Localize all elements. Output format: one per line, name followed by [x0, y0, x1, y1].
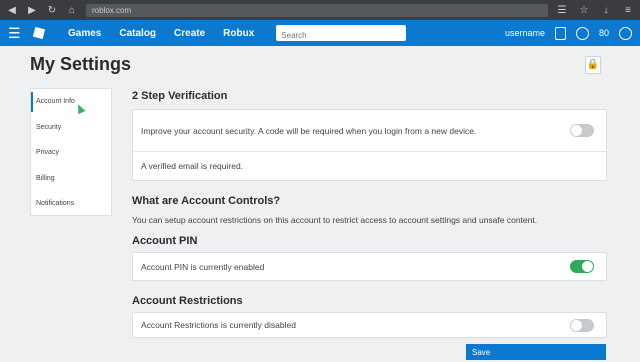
two-step-card: Improve your account security. A code wi… — [132, 109, 607, 181]
two-step-note-row: A verified email is required. — [133, 152, 606, 180]
sidebar-item-billing[interactable]: Billing — [31, 166, 111, 192]
toggle-knob — [582, 261, 593, 272]
two-step-description: Improve your account security. A code wi… — [141, 125, 477, 136]
address-text: roblox.com — [92, 5, 132, 15]
back-icon[interactable]: ◀ — [6, 5, 18, 16]
sidebar-item-notifications[interactable]: Notifications — [31, 191, 111, 217]
two-step-toggle[interactable] — [570, 124, 594, 137]
settings-main: 2 Step Verification Improve your account… — [132, 88, 607, 338]
logo[interactable] — [32, 26, 46, 40]
toggle-knob — [571, 125, 582, 136]
two-step-title: 2 Step Verification — [132, 90, 228, 102]
restrictions-status: Account Restrictions is currently disabl… — [141, 320, 296, 330]
page-title: My Settings — [30, 54, 132, 74]
sidebar-item-privacy[interactable]: Privacy — [31, 140, 111, 166]
restrictions-title: Account Restrictions — [132, 295, 243, 307]
pin-title: Account PIN — [132, 235, 198, 247]
star-icon[interactable]: ☆ — [578, 5, 590, 16]
browser-toolbar: ◀ ▶ ↻ ⌂ roblox.com ☰ ☆ ↓ ≡ — [0, 0, 640, 20]
pin-card: Account PIN is currently enabled — [132, 252, 607, 281]
save-button[interactable]: Save — [466, 344, 606, 360]
top-navbar: ☰ Games Catalog Create Robux username 80 — [0, 20, 640, 46]
two-step-note: A verified email is required. — [141, 161, 244, 171]
home-icon[interactable]: ⌂ — [66, 5, 78, 16]
nav-games[interactable]: Games — [68, 28, 101, 39]
username[interactable]: username — [505, 28, 545, 38]
controls-title: What are Account Controls? — [132, 195, 281, 207]
robux-count[interactable]: 80 — [599, 28, 609, 38]
friends-icon[interactable] — [575, 26, 589, 40]
two-step-row: Improve your account security. A code wi… — [133, 110, 606, 152]
pin-toggle[interactable] — [570, 260, 594, 273]
lock-icon[interactable]: 🔒 — [585, 56, 601, 74]
menu-icon[interactable]: ≡ — [622, 5, 634, 16]
pin-row: Account PIN is currently enabled — [133, 253, 606, 280]
search-box[interactable] — [276, 25, 407, 44]
settings-sidebar: Account Info Security Privacy Billing No… — [30, 88, 112, 216]
hamburger-icon[interactable]: ☰ — [8, 25, 24, 42]
forward-icon[interactable]: ▶ — [26, 5, 38, 16]
reload-icon[interactable]: ↻ — [46, 5, 58, 16]
restrictions-card: Account Restrictions is currently disabl… — [132, 312, 607, 338]
toggle-knob — [571, 319, 582, 331]
nav-catalog[interactable]: Catalog — [119, 28, 156, 39]
download-icon[interactable]: ↓ — [600, 5, 612, 16]
messages-icon[interactable] — [554, 26, 566, 40]
restrictions-toggle[interactable] — [570, 318, 594, 332]
extension-icon[interactable]: ☰ — [556, 5, 568, 16]
nav-create[interactable]: Create — [174, 28, 205, 39]
search-input[interactable] — [276, 27, 407, 44]
settings-icon[interactable] — [619, 26, 632, 40]
controls-description: You can setup account restrictions on th… — [132, 215, 538, 225]
address-bar[interactable]: roblox.com — [86, 3, 548, 17]
restrictions-row: Account Restrictions is currently disabl… — [133, 313, 606, 337]
sidebar-item-account-info[interactable]: Account Info — [31, 89, 111, 115]
nav-robux[interactable]: Robux — [223, 28, 254, 39]
sidebar-item-security[interactable]: Security — [31, 115, 111, 141]
pin-status: Account PIN is currently enabled — [141, 261, 265, 272]
